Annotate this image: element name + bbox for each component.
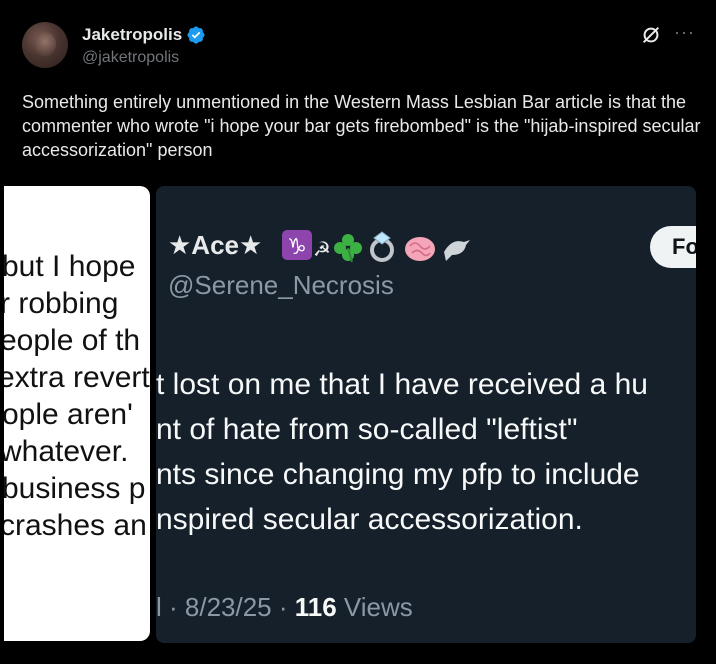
left-line: whatever. <box>4 435 129 468</box>
follow-button: Fo <box>650 226 696 268</box>
views-count: 116 <box>294 592 337 622</box>
quoted-body-line: t lost on me that I have received a hu <box>156 368 648 401</box>
ring-icon <box>370 231 394 262</box>
tweet-text: Something entirely unmentioned in the We… <box>22 92 701 160</box>
verified-badge-icon <box>187 26 205 44</box>
left-screenshot-image: but I hope r robbing eople of th extra r… <box>4 186 150 641</box>
left-line: r robbing <box>4 287 119 320</box>
capricorn-icon: ♑ <box>282 230 312 260</box>
svg-text:☭: ☭ <box>313 237 331 261</box>
author-name[interactable]: Jaketropolis <box>82 25 182 45</box>
emoji-row: ♑ ☭ <box>282 230 470 263</box>
tweet-header: Jaketropolis @jaketropolis ··· <box>0 0 716 86</box>
more-options-icon[interactable]: ··· <box>674 22 695 43</box>
views-label: Views <box>336 592 413 622</box>
left-line: but I hope <box>4 250 136 283</box>
left-line: extra revert <box>4 361 150 394</box>
tweet-media[interactable]: but I hope r robbing eople of th extra r… <box>0 186 716 646</box>
quoted-body: t lost on me that I have received a hu n… <box>156 362 648 542</box>
left-line: crashes an <box>4 509 147 542</box>
quoted-meta: l · 8/23/25 · 116 Views <box>156 592 413 623</box>
author-avatar[interactable] <box>22 22 68 68</box>
grok-icon[interactable] <box>640 24 662 46</box>
quoted-body-line: nts since changing my pfp to include <box>156 458 640 491</box>
quoted-date: l · 8/23/25 · <box>156 592 295 622</box>
quoted-body-line: nspired secular accessorization. <box>156 503 583 536</box>
quoted-tweet-screenshot: ★Ace★ ♑ ☭ @Serene_Necrosis Fo t lost on … <box>156 186 696 643</box>
left-line: business p <box>4 472 146 505</box>
left-line: eople of th <box>4 324 141 357</box>
quoted-display-name: ★Ace★ <box>168 230 263 260</box>
bird-icon <box>444 240 470 261</box>
brain-icon <box>405 237 435 261</box>
quoted-handle: @Serene_Necrosis <box>168 270 394 300</box>
hammer-sickle-icon: ☭ <box>313 237 331 261</box>
quoted-body-line: nt of hate from so-called "leftist" <box>156 413 578 446</box>
left-screenshot-text: but I hope r robbing eople of th extra r… <box>4 248 150 544</box>
shamrock-icon <box>334 234 362 263</box>
svg-text:♑: ♑ <box>287 235 307 260</box>
author-handle[interactable]: @jaketropolis <box>82 49 179 67</box>
left-line: ople aren' <box>4 398 133 431</box>
